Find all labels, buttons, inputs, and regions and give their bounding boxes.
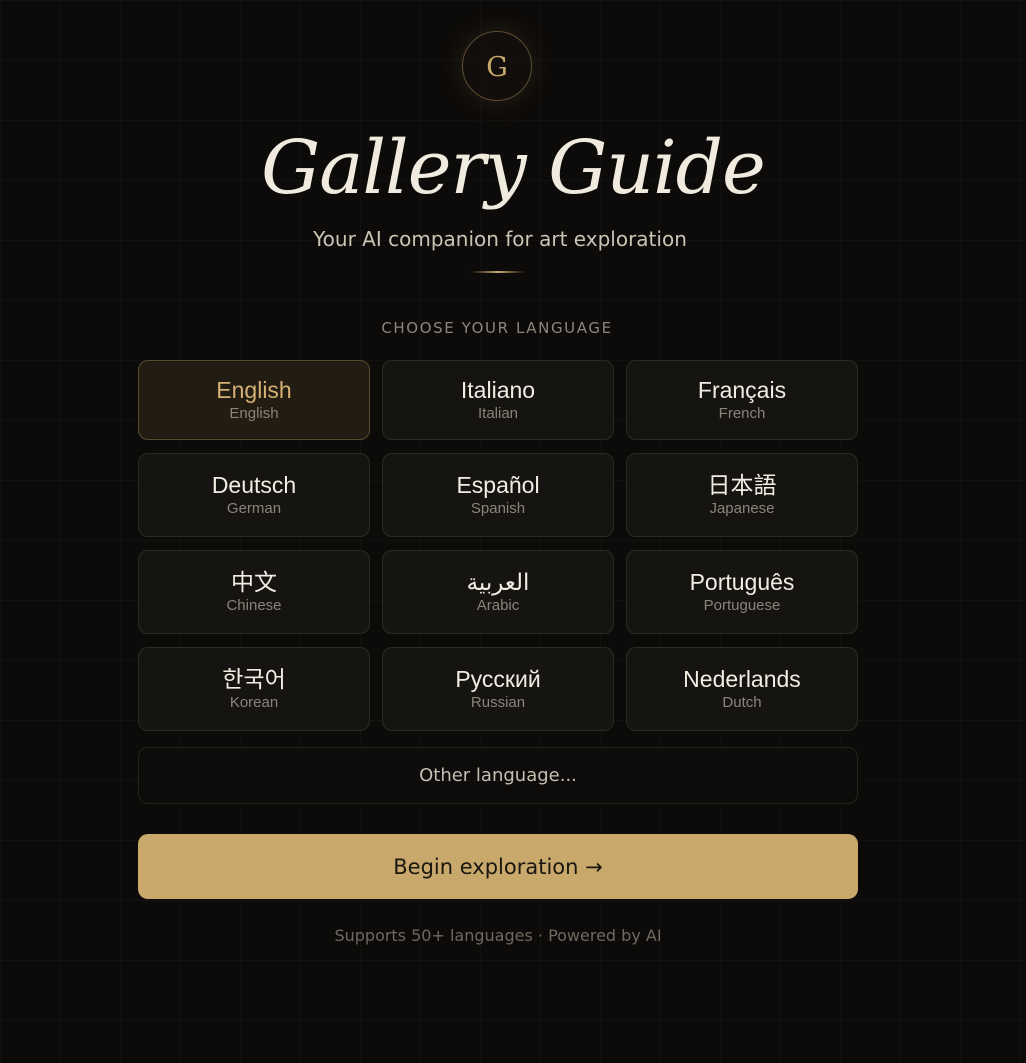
language-english-name: Japanese bbox=[709, 500, 775, 517]
page-title: Gallery Guide bbox=[261, 125, 766, 211]
language-native-name: Deutsch bbox=[211, 472, 297, 498]
language-native-name: Italiano bbox=[460, 377, 536, 403]
language-english-name: German bbox=[226, 500, 282, 517]
language-english-name: Dutch bbox=[722, 694, 762, 711]
language-native-name: 日本語 bbox=[707, 472, 777, 498]
language-english-name: Korean bbox=[229, 694, 279, 711]
language-option-japanese[interactable]: 日本語 Japanese bbox=[626, 453, 858, 537]
language-option-russian[interactable]: Русский Russian bbox=[382, 647, 614, 731]
other-language-button[interactable]: Other language... bbox=[138, 747, 858, 804]
begin-exploration-button[interactable]: Begin exploration → bbox=[138, 834, 858, 899]
language-grid: English English Italiano Italian Françai… bbox=[138, 360, 858, 731]
language-english-name: Spanish bbox=[470, 500, 526, 517]
language-option-italian[interactable]: Italiano Italian bbox=[382, 360, 614, 440]
language-native-name: Français bbox=[697, 377, 787, 403]
logo-letter: G bbox=[486, 51, 508, 83]
language-native-name: Español bbox=[456, 472, 540, 498]
language-native-name: العربية bbox=[466, 569, 530, 595]
language-native-name: Русский bbox=[455, 666, 541, 692]
footer-note: Supports 50+ languages · Powered by AI bbox=[334, 926, 662, 945]
language-english-name: Arabic bbox=[476, 597, 520, 614]
language-native-name: Português bbox=[689, 569, 795, 595]
welcome-screen: G Gallery Guide Your AI companion for ar… bbox=[0, 0, 1026, 1063]
language-option-chinese[interactable]: 中文 Chinese bbox=[138, 550, 370, 634]
language-english-name: English bbox=[229, 405, 279, 422]
language-native-name: English bbox=[216, 377, 292, 403]
language-option-french[interactable]: Français French bbox=[626, 360, 858, 440]
title-divider bbox=[471, 271, 525, 273]
language-native-name: 한국어 bbox=[222, 666, 286, 692]
language-english-name: Russian bbox=[470, 694, 526, 711]
page-subtitle: Your AI companion for art exploration bbox=[313, 227, 687, 251]
language-option-dutch[interactable]: Nederlands Dutch bbox=[626, 647, 858, 731]
language-english-name: French bbox=[718, 405, 766, 422]
language-english-name: Chinese bbox=[226, 597, 282, 614]
language-native-name: 中文 bbox=[231, 569, 277, 595]
language-english-name: Italian bbox=[477, 405, 519, 422]
language-option-english[interactable]: English English bbox=[138, 360, 370, 440]
gallery-logo-icon: G bbox=[462, 31, 532, 101]
language-option-spanish[interactable]: Español Spanish bbox=[382, 453, 614, 537]
language-option-portuguese[interactable]: Português Portuguese bbox=[626, 550, 858, 634]
language-option-korean[interactable]: 한국어 Korean bbox=[138, 647, 370, 731]
language-english-name: Portuguese bbox=[703, 597, 781, 614]
language-native-name: Nederlands bbox=[683, 666, 801, 692]
language-section-label: CHOOSE YOUR LANGUAGE bbox=[381, 319, 613, 337]
language-option-arabic[interactable]: العربية Arabic bbox=[382, 550, 614, 634]
language-option-german[interactable]: Deutsch German bbox=[138, 453, 370, 537]
